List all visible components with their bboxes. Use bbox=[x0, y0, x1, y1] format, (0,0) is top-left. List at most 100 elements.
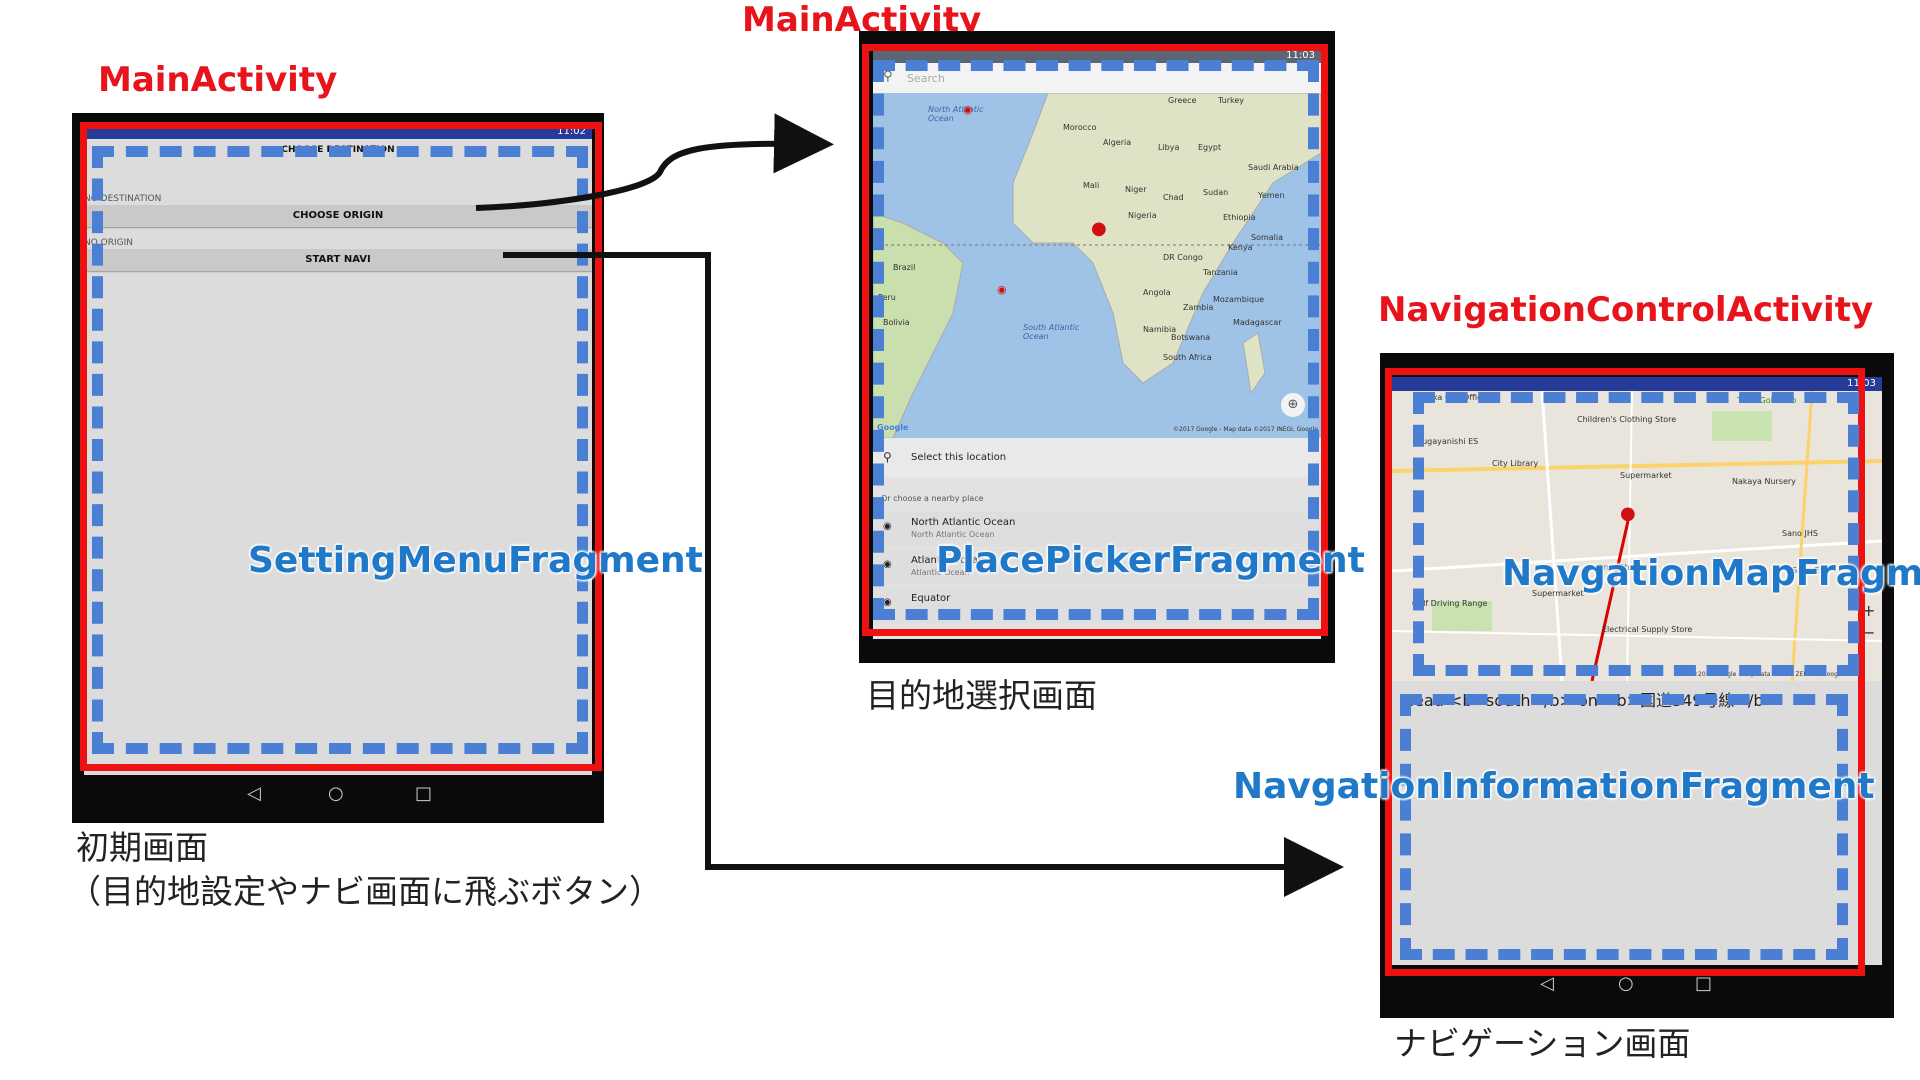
place-icon: ◉ bbox=[883, 597, 892, 608]
map-label-sudan: Sudan bbox=[1203, 188, 1229, 197]
search-bar[interactable]: ⚲ Search bbox=[873, 63, 1321, 93]
map-poi-clothing: Children's Clothing Store bbox=[1577, 415, 1677, 424]
choose-destination-button[interactable]: CHOOSE DESTINATION bbox=[84, 145, 592, 155]
map-label-madagascar: Madagascar bbox=[1233, 318, 1282, 327]
select-this-location-row[interactable]: ⚲ Select this location bbox=[873, 438, 1321, 478]
route-instruction: Head <b>south</b> on <b>国道349号線</b> bbox=[1402, 691, 1777, 710]
status-bar: 11:03 bbox=[873, 49, 1321, 63]
map-label-egypt: Egypt bbox=[1198, 143, 1222, 152]
setting-menu-screen: 11:02 CHOOSE DESTINATION NO DESTINATION … bbox=[84, 125, 592, 775]
map-attribution: ©2017 Google - Map data ©2017 INEGI, Goo… bbox=[1173, 426, 1318, 433]
map-label-turkey: Turkey bbox=[1218, 96, 1245, 105]
map-dot-north-atlantic-icon[interactable]: ◉ bbox=[963, 103, 973, 116]
map-label-mali: Mali bbox=[1083, 181, 1100, 190]
back-icon[interactable]: ◁ bbox=[247, 783, 261, 804]
map-label-botswana: Botswana bbox=[1171, 333, 1211, 342]
map-label-somalia: Somalia bbox=[1251, 233, 1284, 242]
map-label-niger: Niger bbox=[1125, 185, 1147, 194]
map-label-tanzania: Tanzania bbox=[1203, 268, 1238, 277]
phone-initial-screen: 11:02 CHOOSE DESTINATION NO DESTINATION … bbox=[72, 113, 604, 823]
place-icon: ◉ bbox=[883, 521, 892, 532]
map-label-nigeria: Nigeria bbox=[1128, 211, 1157, 220]
choose-origin-button[interactable]: CHOOSE ORIGIN bbox=[84, 205, 592, 227]
home-icon[interactable]: ○ bbox=[1618, 973, 1634, 994]
select-location-label: Select this location bbox=[911, 452, 1007, 463]
map-label-chad: Chad bbox=[1163, 193, 1184, 202]
back-icon[interactable]: ◁ bbox=[1540, 973, 1554, 994]
status-bar: 11:03 bbox=[1392, 377, 1882, 391]
status-bar: 11:02 bbox=[84, 125, 592, 139]
start-navi-button[interactable]: START NAVI bbox=[84, 249, 592, 271]
map-poi-library: City Library bbox=[1492, 459, 1539, 468]
zoom-out-icon[interactable]: − bbox=[1862, 623, 1875, 642]
map-attribution: ©2017 Google - Map data ©2017 ZENRIN, Go… bbox=[1692, 671, 1844, 678]
map-poi-sano-jhs: Sano JHS bbox=[1782, 529, 1818, 538]
map-label-ethiopia: Ethiopia bbox=[1223, 213, 1256, 222]
location-pin-icon: ⚲ bbox=[883, 450, 892, 464]
map-poi-golf-club: Tokai Golf Club bbox=[1737, 396, 1797, 405]
android-nav-bar: ◁ ○ □ bbox=[72, 775, 604, 815]
map-poi-sugayanishi: Sugayanishi ES bbox=[1417, 437, 1479, 446]
map-label-yemen: Yemen bbox=[1258, 191, 1285, 200]
map-label-south-atlantic: South Atlantic Ocean bbox=[1023, 323, 1080, 341]
map-poi-supermarket-1: Supermarket bbox=[1620, 471, 1672, 480]
initial-screen-caption-1: 初期画面 bbox=[76, 828, 208, 867]
map-dot-atlantic-icon[interactable]: ◉ bbox=[997, 283, 1007, 296]
map-label-zambia: Zambia bbox=[1183, 303, 1214, 312]
zoom-in-icon[interactable]: + bbox=[1862, 601, 1875, 620]
map-label-north-atlantic: North Atlantic Ocean bbox=[928, 105, 984, 123]
search-placeholder: Search bbox=[907, 72, 945, 85]
navigation-map[interactable]: Naka City Office Children's Clothing Sto… bbox=[1392, 391, 1882, 681]
no-destination-label: NO DESTINATION bbox=[84, 194, 162, 204]
destination-pin-icon[interactable]: ● bbox=[1620, 503, 1636, 524]
navigation-screen: 11:03 Naka City Office Children's Clothi… bbox=[1392, 377, 1882, 965]
map-label-algeria: Algeria bbox=[1103, 138, 1132, 147]
status-time: 11:03 bbox=[1847, 378, 1876, 389]
nearby-hint: Or choose a nearby place bbox=[881, 494, 984, 503]
recent-apps-icon[interactable]: □ bbox=[415, 783, 432, 804]
nearby-place-row-3[interactable]: ◉ Equator bbox=[873, 587, 1321, 623]
navigation-screen-caption: ナビゲーション画面 bbox=[1394, 1024, 1691, 1063]
map-label-libya: Libya bbox=[1158, 143, 1180, 152]
map-pin-icon[interactable]: ● bbox=[1091, 218, 1107, 239]
place-icon: ◉ bbox=[883, 559, 892, 570]
place-name: North Atlantic Ocean bbox=[911, 517, 1016, 528]
map-label-drcongo: DR Congo bbox=[1163, 253, 1203, 262]
map-label-brazil: Brazil bbox=[893, 263, 916, 272]
map-landmasses bbox=[873, 93, 1321, 438]
navigation-information-fragment-label: NavgationInformationFragment bbox=[1233, 766, 1875, 807]
status-time: 11:03 bbox=[1286, 50, 1315, 61]
map-label-greece: Greece bbox=[1168, 96, 1197, 105]
navigation-control-activity-title: NavigationControlActivity bbox=[1378, 290, 1874, 330]
map-label-angola: Angola bbox=[1143, 288, 1171, 297]
map-poi-golf-driving: Golf Driving Range bbox=[1412, 599, 1488, 608]
recent-apps-icon[interactable]: □ bbox=[1695, 973, 1712, 994]
home-icon[interactable]: ○ bbox=[328, 783, 344, 804]
map-poi-city-office: Naka City Office bbox=[1422, 393, 1487, 402]
map-label-kenya: Kenya bbox=[1228, 243, 1253, 252]
navigation-map-fragment-label: NavgationMapFragment bbox=[1502, 553, 1920, 594]
destination-select-caption: 目的地選択画面 bbox=[866, 676, 1097, 715]
place-picker-fragment-label: PlacePickerFragment bbox=[936, 540, 1365, 581]
my-location-icon[interactable]: ⊕ bbox=[1281, 393, 1305, 417]
map-label-mozambique: Mozambique bbox=[1213, 295, 1265, 304]
initial-screen-caption-2: （目的地設定やナビ画面に飛ぶボタン） bbox=[68, 872, 662, 911]
world-map[interactable]: Morocco Algeria Libya Egypt Mali Niger C… bbox=[873, 93, 1321, 438]
map-label-bolivia: Bolivia bbox=[883, 318, 910, 327]
map-label-morocco: Morocco bbox=[1063, 123, 1097, 132]
search-icon: ⚲ bbox=[883, 69, 893, 84]
map-label-peru: Peru bbox=[878, 293, 896, 302]
no-origin-label: NO ORIGIN bbox=[84, 238, 134, 248]
place-name: Equator bbox=[911, 593, 951, 604]
setting-menu-fragment-label: SettingMenuFragment bbox=[248, 540, 703, 581]
place-subtitle: North Atlantic Ocean bbox=[911, 530, 995, 539]
map-label-saudi-arabia: Saudi Arabia bbox=[1248, 163, 1299, 172]
map-label-south-africa: South Africa bbox=[1163, 353, 1212, 362]
status-time: 11:02 bbox=[557, 126, 586, 137]
map-poi-nursery: Nakaya Nursery bbox=[1732, 477, 1796, 486]
android-nav-bar: ◁ ○ □ bbox=[1380, 965, 1894, 1005]
phone-navigation: 11:03 Naka City Office Children's Clothi… bbox=[1380, 353, 1894, 1018]
main-activity-title-1: MainActivity bbox=[98, 60, 338, 100]
map-poi-electrical: Electrical Supply Store bbox=[1602, 625, 1693, 634]
google-logo: Google bbox=[877, 423, 909, 432]
